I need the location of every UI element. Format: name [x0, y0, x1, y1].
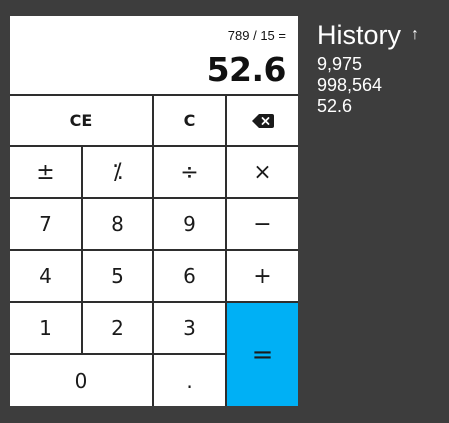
- history-item[interactable]: 52.6: [317, 96, 419, 117]
- digit-6-button[interactable]: 6: [154, 251, 225, 301]
- clear-button[interactable]: C: [154, 96, 225, 145]
- percent-button[interactable]: ⁒: [83, 147, 152, 197]
- digit-8-button[interactable]: 8: [83, 199, 152, 249]
- digit-3-button[interactable]: 3: [154, 303, 225, 353]
- digit-9-button[interactable]: 9: [154, 199, 225, 249]
- decimal-point-button[interactable]: .: [154, 355, 225, 406]
- history-list: 9,975 998,564 52.6: [317, 54, 419, 117]
- display-panel: 789 / 15 = 52.6: [10, 16, 298, 94]
- multiply-button[interactable]: ×: [227, 147, 298, 197]
- equals-button[interactable]: =: [227, 303, 298, 406]
- plus-minus-button[interactable]: ±: [10, 147, 81, 197]
- clear-entry-button[interactable]: CE: [10, 96, 152, 145]
- backspace-icon: [251, 113, 274, 128]
- divide-button[interactable]: ÷: [154, 147, 225, 197]
- history-item[interactable]: 998,564: [317, 75, 419, 96]
- digit-4-button[interactable]: 4: [10, 251, 81, 301]
- digit-7-button[interactable]: 7: [10, 199, 81, 249]
- digit-5-button[interactable]: 5: [83, 251, 152, 301]
- arrow-up-icon[interactable]: ↑: [411, 18, 419, 52]
- digit-1-button[interactable]: 1: [10, 303, 81, 353]
- digit-0-button[interactable]: 0: [10, 355, 152, 406]
- history-item[interactable]: 9,975: [317, 54, 419, 75]
- expression-display: 789 / 15 =: [227, 28, 286, 43]
- history-panel: History ↑ 9,975 998,564 52.6: [317, 18, 419, 117]
- calculator: 789 / 15 = 52.6 CE C ± ⁒ ÷ × 7 8 9 − 4 5…: [10, 16, 298, 406]
- plus-button[interactable]: +: [227, 251, 298, 301]
- backspace-button[interactable]: [227, 96, 298, 145]
- history-header[interactable]: History ↑: [317, 18, 419, 52]
- minus-button[interactable]: −: [227, 199, 298, 249]
- history-title: History: [317, 20, 402, 50]
- digit-2-button[interactable]: 2: [83, 303, 152, 353]
- result-display: 52.6: [206, 50, 287, 89]
